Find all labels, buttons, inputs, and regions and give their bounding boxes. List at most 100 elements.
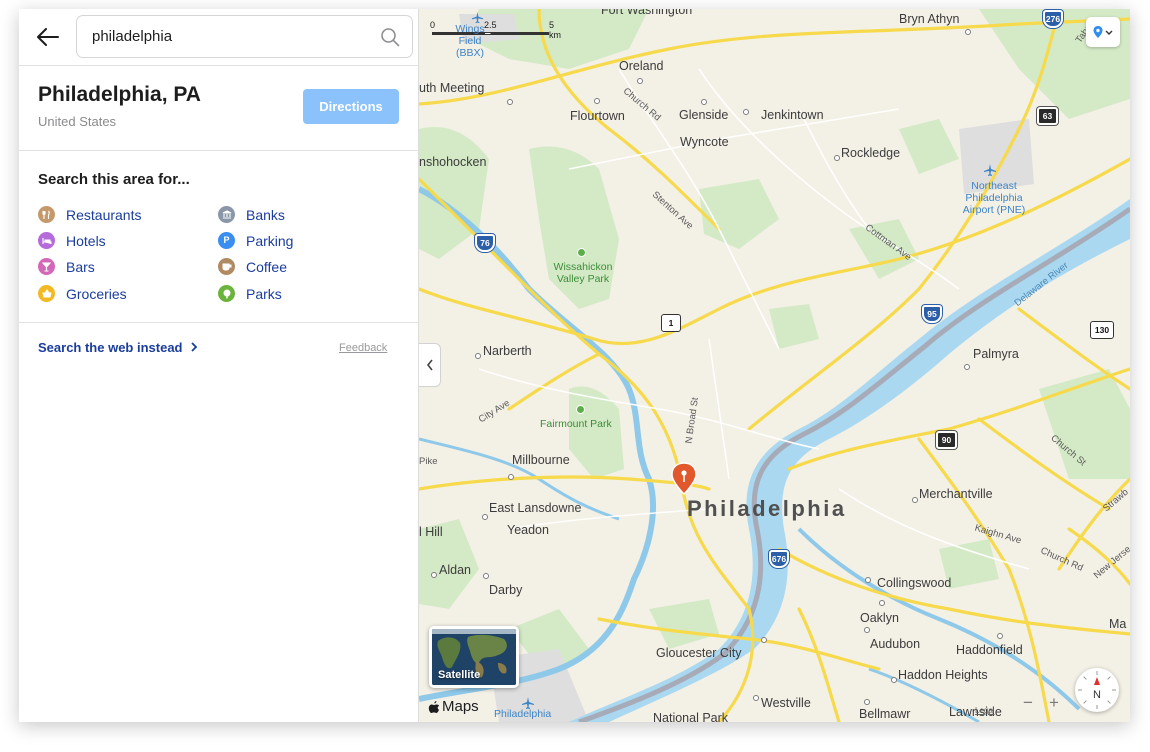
back-button[interactable] — [31, 20, 65, 54]
map-label-street: Pike — [419, 456, 438, 467]
cocktail-icon — [38, 258, 55, 275]
search-input[interactable] — [92, 16, 372, 57]
place-dot — [483, 573, 489, 579]
map-label-place: Audubon — [870, 637, 921, 651]
interstate-shield: 76 — [475, 234, 495, 252]
map-label-place: Bellmawr — [859, 707, 911, 721]
map-label-place: Merchantville — [919, 487, 993, 501]
map-label-place: Yeadon — [507, 523, 549, 537]
interstate-shield: 95 — [922, 305, 942, 323]
map-label-place: Oreland — [619, 59, 664, 73]
chevron-right-icon — [191, 342, 198, 352]
coffee-icon — [218, 258, 235, 275]
map-label-airport: Wings Field (BBX) — [455, 23, 485, 59]
us-route-shield: 130 — [1090, 321, 1114, 339]
search-bar — [19, 9, 419, 66]
apple-maps-logo: Maps — [428, 698, 479, 715]
chevron-left-icon — [426, 359, 433, 371]
map-label-airport: Philadelphia — [494, 708, 552, 720]
map-label-place: National Park — [653, 711, 729, 722]
location-pin-icon[interactable] — [670, 461, 698, 497]
category-hotels[interactable]: Hotels — [38, 232, 106, 249]
map-label-park: Wissahickon Valley Park — [553, 261, 613, 285]
zoom-in-button[interactable]: + — [1044, 692, 1064, 714]
category-coffee[interactable]: Coffee — [218, 258, 287, 275]
category-label: Bars — [66, 258, 95, 275]
map-label-park: Fairmount Park — [540, 418, 612, 430]
map-label-place: Wyncote — [680, 135, 729, 149]
category-label: Groceries — [66, 285, 127, 302]
category-restaurants[interactable]: Restaurants — [38, 206, 141, 223]
place-dot — [701, 99, 707, 105]
fork-knife-icon — [38, 206, 55, 223]
state-route-shield: 90 — [936, 431, 957, 449]
feedback-link[interactable]: Feedback — [339, 342, 387, 354]
place-dot — [912, 497, 918, 503]
magnifying-glass-icon[interactable] — [380, 27, 400, 47]
category-label: Coffee — [246, 258, 287, 275]
apple-logo-icon — [428, 700, 440, 713]
map-label-place: Narberth — [483, 344, 532, 358]
map-label-place: l Hill — [419, 525, 443, 539]
search-field[interactable] — [76, 15, 413, 58]
basket-icon — [38, 285, 55, 302]
category-label: Parking — [246, 232, 294, 249]
airplane-icon — [984, 164, 996, 176]
us-route-shield: 1 — [661, 314, 681, 332]
bed-icon — [38, 232, 55, 249]
satellite-toggle-button[interactable]: Satellite — [429, 626, 519, 688]
map-label-place: Oaklyn — [860, 611, 899, 625]
place-dot — [482, 514, 488, 520]
map-label-place: East Lansdowne — [489, 501, 582, 515]
collapse-sidebar-button[interactable] — [419, 343, 441, 387]
tree-icon — [218, 285, 235, 302]
category-groceries[interactable]: Groceries — [38, 285, 127, 302]
place-dot — [431, 572, 437, 578]
location-tracking-button[interactable] — [1086, 17, 1120, 47]
place-dot — [864, 699, 870, 705]
state-route-shield: 63 — [1037, 107, 1058, 125]
map-label-place: Haddon Heights — [898, 668, 988, 682]
map-label-place: uth Meeting — [419, 81, 485, 95]
map-label-place: Glenside — [679, 108, 729, 122]
category-parking[interactable]: P Parking — [218, 232, 293, 249]
maps-brand-label: Maps — [442, 698, 479, 715]
place-dot — [965, 29, 971, 35]
app-window: Philadelphia, PA United States Direction… — [19, 9, 1130, 722]
category-banks[interactable]: Banks — [218, 206, 285, 223]
search-web-label: Search the web instead — [38, 340, 183, 355]
compass-button[interactable]: N — [1075, 668, 1119, 712]
parking-icon: P — [218, 232, 235, 249]
category-label: Banks — [246, 206, 285, 223]
place-dot — [865, 577, 871, 583]
sidebar-panel: Philadelphia, PA United States Direction… — [19, 9, 419, 722]
interstate-shield: 676 — [769, 550, 789, 568]
map-label-place: Millbourne — [512, 453, 570, 467]
legal-link[interactable]: Legal — [975, 706, 995, 715]
map-label-place: nshohocken — [419, 155, 487, 169]
category-parks[interactable]: Parks — [218, 285, 282, 302]
category-label: Hotels — [66, 232, 106, 249]
category-bars[interactable]: Bars — [38, 258, 95, 275]
map-label-place: Rockledge — [841, 146, 901, 160]
map-label-place: Ma — [1109, 617, 1127, 631]
map-label-city: Philadelphia — [687, 496, 847, 521]
category-label: Parks — [246, 285, 282, 302]
location-tracking-icon — [1093, 26, 1113, 38]
directions-button[interactable]: Directions — [303, 89, 399, 124]
place-title: Philadelphia, PA — [38, 83, 201, 106]
search-web-link[interactable]: Search the web instead — [38, 340, 198, 355]
map-view[interactable]: 0 2.5 5 km Fort Washington Bryn Athyn Or… — [419, 9, 1130, 722]
airplane-icon — [471, 11, 484, 24]
map-label-place: Collingswood — [877, 576, 952, 590]
compass-icon: N — [1078, 671, 1116, 709]
tree-icon — [576, 405, 585, 414]
bank-icon — [218, 206, 235, 223]
zoom-out-button[interactable]: − — [1018, 692, 1038, 714]
compass-label: N — [1093, 689, 1101, 701]
map-label-place: Palmyra — [973, 347, 1019, 361]
map-label-place: Haddonfield — [956, 643, 1023, 657]
place-dot — [475, 353, 481, 359]
place-dot — [743, 109, 749, 115]
category-title: Search this area for... — [38, 171, 190, 188]
